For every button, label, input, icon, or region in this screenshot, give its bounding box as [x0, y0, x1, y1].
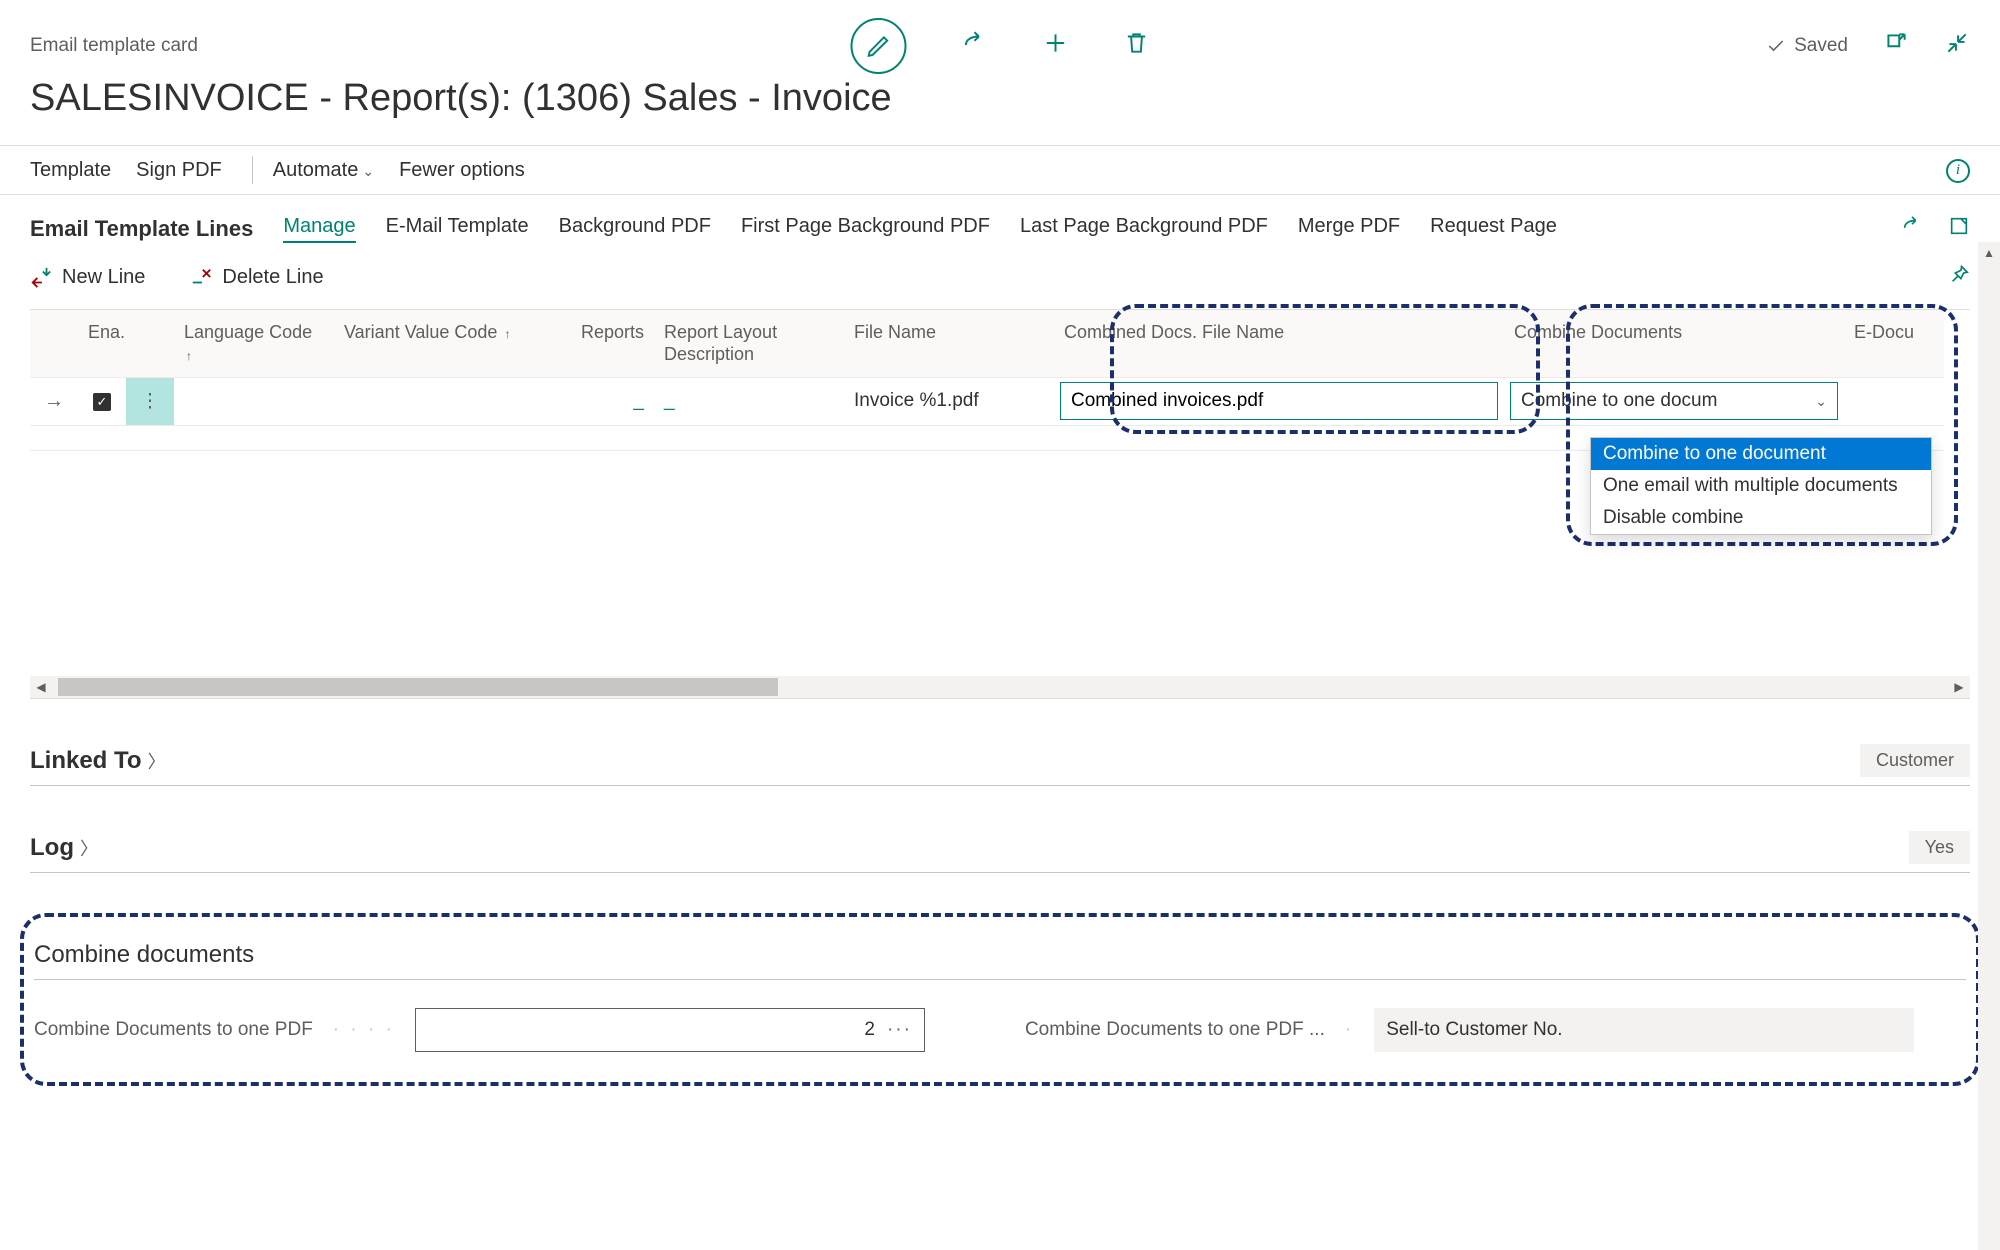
horizontal-scrollbar[interactable]: ◀ ▶ — [30, 676, 1970, 698]
separator — [252, 156, 253, 184]
more-vertical-icon — [141, 390, 160, 413]
col-file-name[interactable]: File Name — [844, 310, 1054, 378]
log-toggle[interactable]: Log〉 — [30, 834, 98, 862]
lines-share-button[interactable] — [1901, 215, 1923, 243]
lines-grid: Ena... Language Code ↑ Variant Value Cod… — [30, 309, 1970, 699]
check-icon — [1766, 36, 1786, 56]
row-selector[interactable] — [30, 426, 78, 451]
tab-background-pdf[interactable]: Background PDF — [559, 215, 711, 243]
e-docu-cell[interactable] — [1844, 378, 1944, 426]
col-combined-file-name[interactable]: Combined Docs. File Name — [1054, 310, 1504, 378]
delete-button[interactable] — [1124, 30, 1150, 62]
page-title: SALESINVOICE - Report(s): (1306) Sales -… — [0, 62, 2000, 145]
combine-section-title: Combine documents — [34, 937, 1966, 980]
tab-last-page-bg[interactable]: Last Page Background PDF — [1020, 215, 1268, 243]
new-line-button[interactable]: New Line — [30, 266, 145, 289]
command-bar: Template Sign PDF Automate⌄ Fewer option… — [0, 145, 2000, 195]
tab-first-page-bg[interactable]: First Page Background PDF — [741, 215, 990, 243]
log-badge: Yes — [1909, 831, 1970, 864]
linked-to-badge: Customer — [1860, 744, 1970, 777]
col-report-layout-desc[interactable]: Report Layout Description — [654, 310, 844, 378]
dots-filler: · · · · — [333, 1019, 395, 1041]
lines-section-title: Email Template Lines — [30, 216, 253, 242]
combine-documents-section: Combine documents Combine Documents to o… — [20, 913, 1980, 1086]
share-button[interactable] — [962, 30, 988, 62]
collapse-button[interactable] — [1944, 30, 1970, 62]
combine-count-input[interactable]: 2 ··· — [415, 1008, 925, 1052]
tab-email-template[interactable]: E-Mail Template — [386, 215, 529, 243]
col-enabled[interactable]: Ena... — [78, 310, 126, 378]
breadcrumb: Email template card — [30, 35, 198, 57]
sort-asc-icon: ↑ — [504, 327, 510, 341]
scroll-right-icon[interactable]: ▶ — [1948, 676, 1970, 698]
variant-value-code-cell[interactable] — [334, 378, 534, 426]
dropdown-option[interactable]: Combine to one document — [1591, 438, 1931, 470]
sort-asc-icon: ↑ — [186, 349, 192, 363]
vertical-scrollbar[interactable]: ▲ — [1978, 242, 2000, 1250]
open-new-window-button[interactable] — [1883, 30, 1909, 62]
enabled-checkbox[interactable] — [78, 426, 126, 451]
col-reports[interactable]: Reports — [534, 310, 654, 378]
scroll-thumb[interactable] — [58, 678, 778, 696]
col-language-code[interactable]: Language Code ↑ — [174, 310, 334, 378]
new-button[interactable] — [1043, 30, 1069, 62]
col-e-docu[interactable]: E-Docu — [1844, 310, 1944, 378]
combined-file-name-input[interactable] — [1060, 382, 1498, 420]
reports-cell[interactable]: _ — [534, 378, 654, 426]
plus-icon — [1043, 30, 1069, 56]
tab-manage[interactable]: Manage — [283, 215, 355, 243]
scroll-up-icon[interactable]: ▲ — [1978, 242, 2000, 264]
ellipsis-icon[interactable]: ··· — [887, 1019, 912, 1041]
row-selector[interactable]: → — [30, 378, 78, 426]
new-line-icon — [30, 266, 52, 288]
chevron-down-icon: ⌄ — [362, 163, 374, 179]
language-code-cell[interactable] — [174, 378, 334, 426]
report-layout-desc-cell[interactable]: _ — [654, 378, 844, 426]
scroll-left-icon[interactable]: ◀ — [30, 676, 52, 698]
tab-merge-pdf[interactable]: Merge PDF — [1298, 215, 1400, 243]
file-name-cell[interactable]: Invoice %1.pdf — [844, 378, 1054, 426]
row-menu-button[interactable] — [126, 378, 174, 426]
col-variant-value-code[interactable]: Variant Value Code ↑ — [334, 310, 534, 378]
combine-documents-select[interactable]: Combine to one docum ⌄ — [1510, 382, 1838, 420]
cmd-fewer-options[interactable]: Fewer options — [399, 159, 525, 182]
lines-maximize-button[interactable] — [1948, 215, 1970, 243]
dropdown-option[interactable]: One email with multiple documents — [1591, 470, 1931, 502]
combine-documents-dropdown: Combine to one document One email with m… — [1590, 437, 1932, 535]
share-icon — [1901, 215, 1923, 237]
chevron-down-icon: ⌄ — [1815, 393, 1827, 410]
pin-icon — [1948, 263, 1970, 285]
info-button[interactable]: i — [1946, 157, 1970, 183]
share-icon — [962, 30, 988, 56]
collapse-icon — [1944, 30, 1970, 56]
info-icon: i — [1946, 159, 1970, 183]
edit-button[interactable] — [851, 18, 907, 74]
cmd-automate[interactable]: Automate⌄ — [273, 159, 374, 182]
trash-icon — [1124, 30, 1150, 56]
chevron-right-icon: 〉 — [148, 748, 166, 774]
combine-field-value: Sell-to Customer No. — [1374, 1008, 1914, 1052]
col-combine-documents[interactable]: Combine Documents — [1504, 310, 1844, 378]
cmd-template[interactable]: Template — [30, 159, 111, 182]
pin-button[interactable] — [1948, 263, 1970, 291]
combine-field-label: Combine Documents to one PDF ... — [1025, 1019, 1325, 1041]
linked-to-toggle[interactable]: Linked To〉 — [30, 747, 166, 775]
cmd-sign-pdf[interactable]: Sign PDF — [136, 159, 222, 182]
enabled-checkbox[interactable]: ✓ — [78, 378, 126, 426]
maximize-icon — [1948, 215, 1970, 237]
delete-line-icon — [190, 266, 212, 288]
delete-line-button[interactable]: Delete Line — [190, 266, 323, 289]
dropdown-option[interactable]: Disable combine — [1591, 502, 1931, 534]
pencil-icon — [866, 33, 892, 59]
chevron-right-icon: 〉 — [80, 835, 98, 861]
row-menu-button[interactable] — [126, 426, 174, 451]
saved-status: Saved — [1766, 35, 1848, 57]
tab-request-page[interactable]: Request Page — [1430, 215, 1557, 243]
popout-icon — [1883, 30, 1909, 56]
combine-count-label: Combine Documents to one PDF — [34, 1019, 313, 1041]
dots-filler: · — [1345, 1019, 1354, 1041]
